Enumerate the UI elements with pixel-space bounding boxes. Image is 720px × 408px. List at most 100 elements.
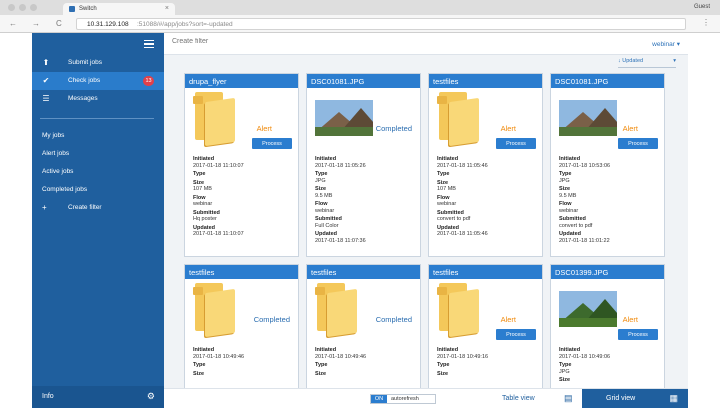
info-link[interactable]: Info [42,393,54,400]
job-field: Submitted Full Color [315,216,415,229]
photo-preview [559,100,617,136]
job-field: Type [193,362,293,369]
process-button[interactable]: Process [252,138,292,149]
job-card[interactable]: DSC01081.JPG Completed Initiated 2017-01-18… [306,73,421,257]
sidebar-link-my-jobs[interactable]: My jobs [42,132,64,139]
sidebar-link-completed-jobs[interactable]: Completed jobs [42,186,87,193]
account-dropdown[interactable]: webinar ▾ [652,40,680,48]
job-field: Initiated 2017-01-18 10:49:06 [559,347,659,360]
sidebar-link-alert-jobs[interactable]: Alert jobs [42,150,69,157]
process-button[interactable]: Process [496,329,536,340]
field-value: 2017-01-18 11:05:46 [437,162,488,169]
image-thumbnail [559,92,617,144]
autorefresh-label: autorefresh [391,396,419,402]
folder-shape [193,92,239,147]
browser-menu-icon[interactable]: ⋮ [702,18,710,27]
table-view-icon[interactable]: ▤ [564,393,573,404]
sidebar-link-active-jobs[interactable]: Active jobs [42,168,73,175]
field-value: 9.5 MB [315,192,333,199]
forward-icon[interactable]: → [32,19,40,28]
job-field: Flow webinar [193,195,293,208]
job-card[interactable]: testfiles Alert Process Initiated 2017-01-18… [428,73,543,257]
window-margin [688,33,720,408]
job-field: Initiated 2017-01-18 11:05:26 [315,156,415,169]
back-icon[interactable]: ← [9,19,17,28]
job-field: Flow webinar [559,201,659,214]
sidebar-divider [40,118,154,119]
field-label: Size [437,370,449,377]
grid-view-button[interactable]: Grid view ▦ [582,389,688,408]
job-card[interactable]: DSC01081.JPG Alert Process Initiated 2017-01… [550,73,665,257]
folder-icon [437,283,483,338]
process-button[interactable]: Process [496,138,536,149]
field-label: Type [315,362,328,368]
sidebar-item-submit-jobs[interactable]: ⬆ Submit jobs [32,54,164,72]
filter-bar: webinar ▾ [164,33,688,55]
job-field: Flow webinar [315,201,415,214]
folder-shape [315,283,361,338]
browser-tab-strip: Switch × Guest [0,0,720,15]
hamburger-menu-icon[interactable] [144,40,154,48]
folder-front [449,288,479,338]
folder-shape [437,92,483,147]
table-view-button[interactable]: Table view [502,395,535,402]
window-close-icon[interactable] [8,4,15,11]
sidebar-link-create-filter[interactable]: Create filter [68,204,102,211]
address-toolbar: ← → C 10.31.129.108 :51088/#/app/jobs?so… [0,15,720,33]
profile-label[interactable]: Guest [694,4,710,10]
field-value: 2017-01-18 10:49:16 [437,353,489,360]
field-value: JPG [315,177,326,184]
job-card[interactable]: testfiles Completed Initiated 2017-01-18 10… [184,264,299,394]
field-value: webinar [559,207,579,214]
folder-icon [193,283,239,338]
field-value: convert to pdf [437,216,471,222]
process-button[interactable]: Process [618,329,658,340]
job-status: Completed [375,124,412,133]
field-value: 2017-01-18 10:53:06 [559,162,611,169]
field-value: 2017-01-18 11:10:07 [193,231,244,237]
job-card-title: testfiles [429,74,542,88]
job-card[interactable]: DSC01399.JPG Alert Process Initiated 2017-01… [550,264,665,394]
job-fields: Initiated 2017-01-18 11:10:07 Type Size 107 … [193,156,293,240]
field-value: webinar [315,207,335,214]
check-jobs-count-badge: 13 [143,76,154,86]
job-field: Type [437,362,537,369]
job-field: Updated 2017-01-18 11:05:46 [437,225,537,238]
sidebar-item-messages[interactable]: ☰ Messages [32,90,164,108]
field-value: Full Color [315,222,339,229]
switch-favicon-icon [69,6,75,12]
sidebar-item-label: Check jobs [68,77,101,84]
job-field: Submitted convert to pdf [437,210,537,223]
job-field: Size 9.5 MB [559,186,659,199]
tab-close-icon[interactable]: × [165,5,169,12]
field-value: convert to pdf [559,222,593,229]
browser-tab[interactable]: Switch × [63,3,175,15]
job-field: Initiated 2017-01-18 10:49:46 [193,347,293,360]
window-minimize-icon[interactable] [19,4,26,11]
field-label: Size [315,370,327,377]
job-field: Size [559,377,659,384]
job-fields: Initiated 2017-01-18 11:05:26 Type JPG Size 9… [315,156,415,246]
folder-icon [193,92,239,147]
create-filter-input[interactable] [172,38,263,45]
job-card[interactable]: testfiles Completed Initiated 2017-01-18 10… [306,264,421,394]
sidebar-item-check-jobs[interactable]: ✔ Check jobs 13 [32,72,164,90]
window-maximize-icon[interactable] [30,4,37,11]
job-card[interactable]: drupa_flyer Alert Process Initiated 2017-01-… [184,73,299,257]
chevron-down-icon: ▾ [673,58,676,64]
gear-icon[interactable]: ⚙ [147,391,155,402]
job-status: Completed [253,315,290,324]
sort-select[interactable]: ↓ Updated ▾ [618,58,676,68]
toggle-on-label: ON [371,395,387,403]
job-field: Size 107 MB [193,180,293,193]
reload-icon[interactable]: C [56,19,62,28]
job-field: Initiated 2017-01-18 11:05:46 [437,156,537,169]
job-fields: Initiated 2017-01-18 10:49:46 Type Size [315,347,415,379]
autorefresh-toggle[interactable]: ON autorefresh [370,394,436,404]
folder-shape [437,283,483,338]
job-card[interactable]: testfiles Alert Process Initiated 2017-01-18… [428,264,543,394]
process-button[interactable]: Process [618,138,658,149]
url-host: 10.31.129.108 [87,21,129,28]
url-field[interactable]: 10.31.129.108 :51088/#/app/jobs?sort=-up… [76,18,686,30]
field-label: Type [193,171,206,177]
